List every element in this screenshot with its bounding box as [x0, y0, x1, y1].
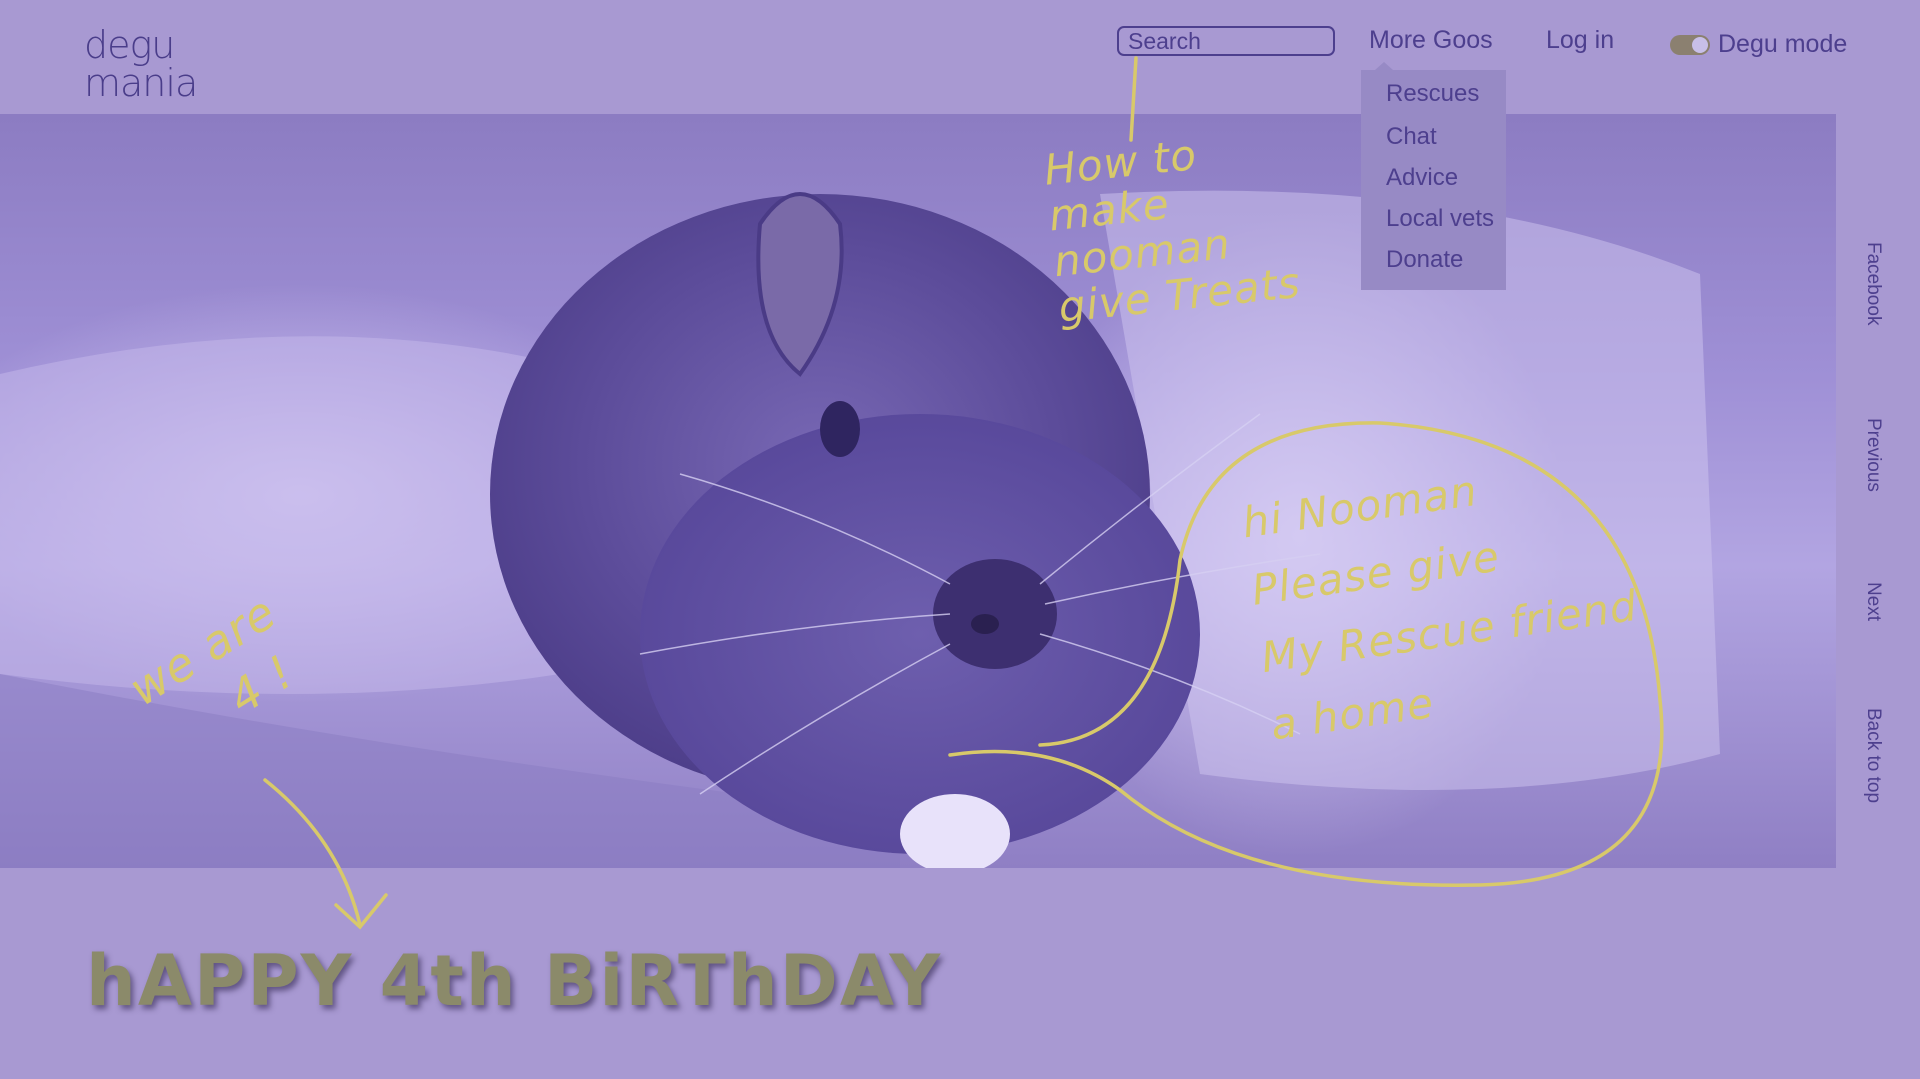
more-goos-dropdown: Rescues Chat Advice Local vets Donate [1361, 62, 1506, 290]
toggle-switch[interactable] [1670, 34, 1710, 55]
birthday-banner: hAPPY 4th BiRThDAY [86, 940, 943, 1022]
degu-mode-label: Degu mode [1718, 30, 1848, 58]
dropdown-item-chat[interactable]: Chat [1386, 123, 1437, 151]
speech-bubble-text: hi Nooman Please give My Rescue friend a… [1238, 437, 1651, 759]
logo-line-2: mania [84, 61, 198, 105]
back-to-top-link[interactable]: Back to top [1862, 708, 1884, 803]
more-goos-menu[interactable]: More Goos [1369, 26, 1493, 55]
degu-mode-toggle[interactable]: Degu mode [1670, 30, 1847, 59]
treats-note: How to make nooman give Treats [1042, 123, 1303, 332]
dropdown-item-advice[interactable]: Advice [1386, 164, 1458, 192]
next-link[interactable]: Next [1862, 582, 1884, 621]
previous-link[interactable]: Previous [1862, 418, 1884, 492]
dropdown-item-local-vets[interactable]: Local vets [1386, 205, 1494, 233]
dropdown-item-donate[interactable]: Donate [1386, 246, 1463, 274]
page: degu mania More Goos Log in Degu mode Re… [0, 0, 1920, 1079]
logo-line-1: degu [84, 23, 175, 67]
dropdown-item-rescues[interactable]: Rescues [1386, 80, 1479, 108]
search-input[interactable] [1117, 26, 1335, 56]
site-logo[interactable]: degu mania [84, 23, 198, 105]
login-link[interactable]: Log in [1546, 26, 1614, 55]
facebook-link[interactable]: Facebook [1862, 242, 1884, 325]
